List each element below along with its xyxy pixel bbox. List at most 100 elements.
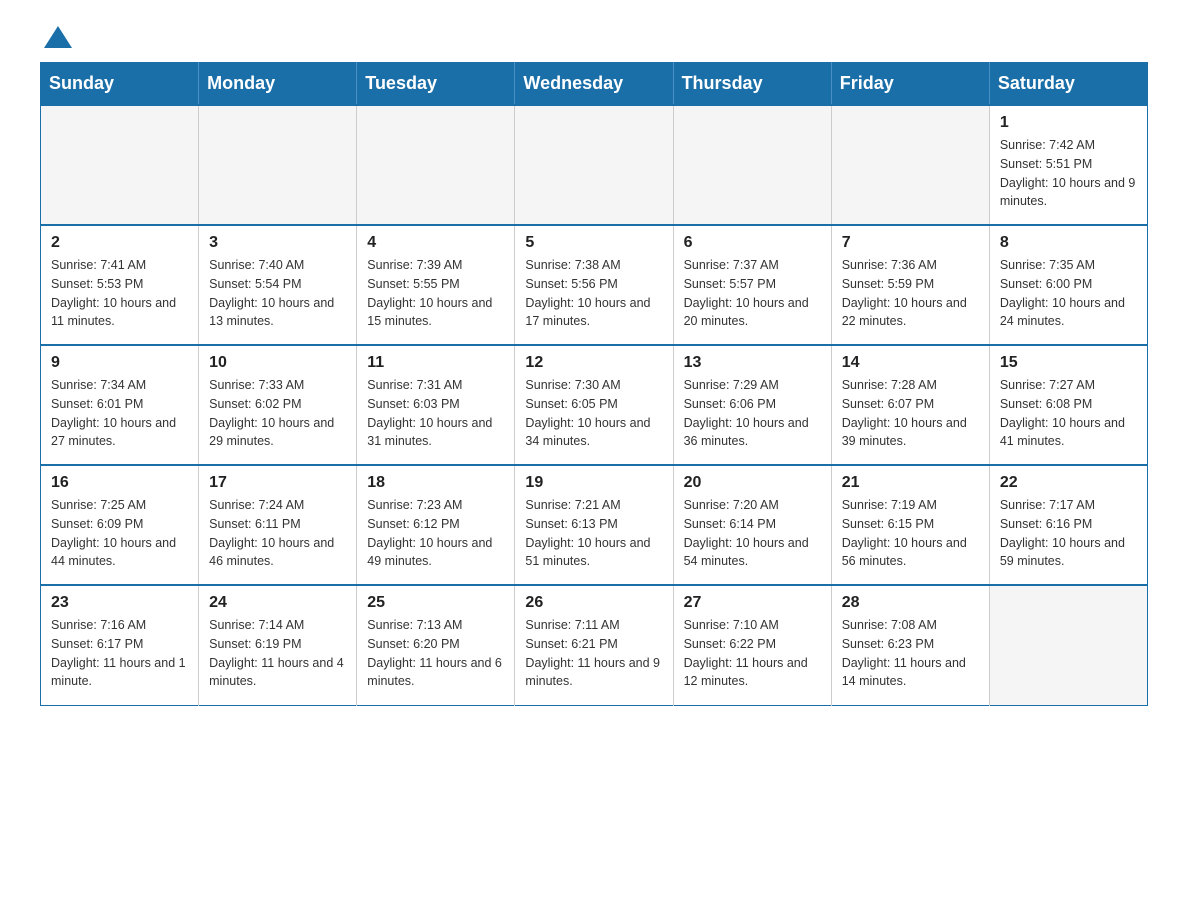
day-number: 8 bbox=[1000, 234, 1137, 252]
calendar-cell: 28 Sunrise: 7:08 AMSunset: 6:23 PMDayligh… bbox=[831, 585, 989, 705]
page-header bbox=[40, 30, 1148, 42]
calendar-cell: 24 Sunrise: 7:14 AMSunset: 6:19 PMDayligh… bbox=[199, 585, 357, 705]
calendar-cell: 5 Sunrise: 7:38 AMSunset: 5:56 PMDaylight… bbox=[515, 225, 673, 345]
day-number: 24 bbox=[209, 594, 346, 612]
weekday-header-saturday: Saturday bbox=[989, 63, 1147, 106]
day-info: Sunrise: 7:37 AMSunset: 5:57 PMDaylight:… bbox=[684, 256, 821, 331]
day-info: Sunrise: 7:27 AMSunset: 6:08 PMDaylight:… bbox=[1000, 376, 1137, 451]
day-number: 16 bbox=[51, 474, 188, 492]
day-number: 25 bbox=[367, 594, 504, 612]
day-info: Sunrise: 7:14 AMSunset: 6:19 PMDaylight:… bbox=[209, 616, 346, 691]
day-number: 3 bbox=[209, 234, 346, 252]
weekday-header-wednesday: Wednesday bbox=[515, 63, 673, 106]
day-info: Sunrise: 7:41 AMSunset: 5:53 PMDaylight:… bbox=[51, 256, 188, 331]
day-info: Sunrise: 7:31 AMSunset: 6:03 PMDaylight:… bbox=[367, 376, 504, 451]
calendar-cell: 16Sunrise: 7:25 AMSunset: 6:09 PMDayligh… bbox=[41, 465, 199, 585]
calendar-cell: 25 Sunrise: 7:13 AMSunset: 6:20 PMDayligh… bbox=[357, 585, 515, 705]
day-info: Sunrise: 7:24 AMSunset: 6:11 PMDaylight:… bbox=[209, 496, 346, 571]
day-number: 13 bbox=[684, 354, 821, 372]
calendar-cell: 6 Sunrise: 7:37 AMSunset: 5:57 PMDaylight… bbox=[673, 225, 831, 345]
day-number: 28 bbox=[842, 594, 979, 612]
calendar-cell: 4 Sunrise: 7:39 AMSunset: 5:55 PMDaylight… bbox=[357, 225, 515, 345]
weekday-header-friday: Friday bbox=[831, 63, 989, 106]
day-number: 26 bbox=[525, 594, 662, 612]
calendar-cell: 14 Sunrise: 7:28 AMSunset: 6:07 PMDayligh… bbox=[831, 345, 989, 465]
day-info: Sunrise: 7:10 AMSunset: 6:22 PMDaylight:… bbox=[684, 616, 821, 691]
calendar-week-row: 16Sunrise: 7:25 AMSunset: 6:09 PMDayligh… bbox=[41, 465, 1148, 585]
day-info: Sunrise: 7:30 AMSunset: 6:05 PMDaylight:… bbox=[525, 376, 662, 451]
day-info: Sunrise: 7:39 AMSunset: 5:55 PMDaylight:… bbox=[367, 256, 504, 331]
day-info: Sunrise: 7:13 AMSunset: 6:20 PMDaylight:… bbox=[367, 616, 504, 691]
day-info: Sunrise: 7:34 AMSunset: 6:01 PMDaylight:… bbox=[51, 376, 188, 451]
day-number: 4 bbox=[367, 234, 504, 252]
day-info: Sunrise: 7:29 AMSunset: 6:06 PMDaylight:… bbox=[684, 376, 821, 451]
calendar-cell bbox=[515, 105, 673, 225]
calendar-cell bbox=[41, 105, 199, 225]
day-info: Sunrise: 7:16 AMSunset: 6:17 PMDaylight:… bbox=[51, 616, 188, 691]
day-number: 5 bbox=[525, 234, 662, 252]
day-number: 21 bbox=[842, 474, 979, 492]
calendar-cell: 1Sunrise: 7:42 AMSunset: 5:51 PMDaylight… bbox=[989, 105, 1147, 225]
day-number: 6 bbox=[684, 234, 821, 252]
day-info: Sunrise: 7:35 AMSunset: 6:00 PMDaylight:… bbox=[1000, 256, 1137, 331]
day-info: Sunrise: 7:42 AMSunset: 5:51 PMDaylight:… bbox=[1000, 136, 1137, 211]
logo bbox=[40, 30, 76, 42]
day-number: 20 bbox=[684, 474, 821, 492]
day-info: Sunrise: 7:11 AMSunset: 6:21 PMDaylight:… bbox=[525, 616, 662, 691]
day-info: Sunrise: 7:23 AMSunset: 6:12 PMDaylight:… bbox=[367, 496, 504, 571]
calendar-cell: 26 Sunrise: 7:11 AMSunset: 6:21 PMDayligh… bbox=[515, 585, 673, 705]
calendar-cell bbox=[989, 585, 1147, 705]
day-number: 2 bbox=[51, 234, 188, 252]
calendar-table: SundayMondayTuesdayWednesdayThursdayFrid… bbox=[40, 62, 1148, 706]
weekday-header-row: SundayMondayTuesdayWednesdayThursdayFrid… bbox=[41, 63, 1148, 106]
day-number: 15 bbox=[1000, 354, 1137, 372]
day-number: 23 bbox=[51, 594, 188, 612]
day-number: 19 bbox=[525, 474, 662, 492]
calendar-cell: 2 Sunrise: 7:41 AMSunset: 5:53 PMDaylight… bbox=[41, 225, 199, 345]
calendar-cell: 21 Sunrise: 7:19 AMSunset: 6:15 PMDayligh… bbox=[831, 465, 989, 585]
calendar-week-row: 23 Sunrise: 7:16 AMSunset: 6:17 PMDayligh… bbox=[41, 585, 1148, 705]
calendar-body: 1Sunrise: 7:42 AMSunset: 5:51 PMDaylight… bbox=[41, 105, 1148, 705]
day-info: Sunrise: 7:33 AMSunset: 6:02 PMDaylight:… bbox=[209, 376, 346, 451]
day-info: Sunrise: 7:19 AMSunset: 6:15 PMDaylight:… bbox=[842, 496, 979, 571]
calendar-cell: 11 Sunrise: 7:31 AMSunset: 6:03 PMDayligh… bbox=[357, 345, 515, 465]
day-number: 17 bbox=[209, 474, 346, 492]
weekday-header-sunday: Sunday bbox=[41, 63, 199, 106]
day-number: 11 bbox=[367, 354, 504, 372]
calendar-cell: 13 Sunrise: 7:29 AMSunset: 6:06 PMDayligh… bbox=[673, 345, 831, 465]
calendar-week-row: 1Sunrise: 7:42 AMSunset: 5:51 PMDaylight… bbox=[41, 105, 1148, 225]
calendar-cell: 12 Sunrise: 7:30 AMSunset: 6:05 PMDayligh… bbox=[515, 345, 673, 465]
day-number: 18 bbox=[367, 474, 504, 492]
calendar-cell: 18 Sunrise: 7:23 AMSunset: 6:12 PMDayligh… bbox=[357, 465, 515, 585]
calendar-cell: 27Sunrise: 7:10 AMSunset: 6:22 PMDayligh… bbox=[673, 585, 831, 705]
day-info: Sunrise: 7:17 AMSunset: 6:16 PMDaylight:… bbox=[1000, 496, 1137, 571]
calendar-cell bbox=[199, 105, 357, 225]
calendar-cell: 3Sunrise: 7:40 AMSunset: 5:54 PMDaylight… bbox=[199, 225, 357, 345]
day-number: 7 bbox=[842, 234, 979, 252]
day-info: Sunrise: 7:28 AMSunset: 6:07 PMDaylight:… bbox=[842, 376, 979, 451]
logo-triangle-icon bbox=[44, 26, 72, 48]
day-info: Sunrise: 7:36 AMSunset: 5:59 PMDaylight:… bbox=[842, 256, 979, 331]
calendar-cell: 15 Sunrise: 7:27 AMSunset: 6:08 PMDayligh… bbox=[989, 345, 1147, 465]
day-number: 14 bbox=[842, 354, 979, 372]
calendar-cell: 23 Sunrise: 7:16 AMSunset: 6:17 PMDayligh… bbox=[41, 585, 199, 705]
calendar-cell: 17 Sunrise: 7:24 AMSunset: 6:11 PMDayligh… bbox=[199, 465, 357, 585]
day-info: Sunrise: 7:38 AMSunset: 5:56 PMDaylight:… bbox=[525, 256, 662, 331]
day-number: 12 bbox=[525, 354, 662, 372]
day-number: 10 bbox=[209, 354, 346, 372]
calendar-cell: 8 Sunrise: 7:35 AMSunset: 6:00 PMDaylight… bbox=[989, 225, 1147, 345]
calendar-cell: 7 Sunrise: 7:36 AMSunset: 5:59 PMDaylight… bbox=[831, 225, 989, 345]
day-info: Sunrise: 7:08 AMSunset: 6:23 PMDaylight:… bbox=[842, 616, 979, 691]
calendar-cell: 22 Sunrise: 7:17 AMSunset: 6:16 PMDayligh… bbox=[989, 465, 1147, 585]
calendar-cell bbox=[357, 105, 515, 225]
weekday-header-monday: Monday bbox=[199, 63, 357, 106]
weekday-header-thursday: Thursday bbox=[673, 63, 831, 106]
calendar-week-row: 9Sunrise: 7:34 AMSunset: 6:01 PMDaylight… bbox=[41, 345, 1148, 465]
calendar-cell: 20 Sunrise: 7:20 AMSunset: 6:14 PMDayligh… bbox=[673, 465, 831, 585]
day-number: 22 bbox=[1000, 474, 1137, 492]
calendar-cell: 9Sunrise: 7:34 AMSunset: 6:01 PMDaylight… bbox=[41, 345, 199, 465]
calendar-cell bbox=[831, 105, 989, 225]
day-info: Sunrise: 7:20 AMSunset: 6:14 PMDaylight:… bbox=[684, 496, 821, 571]
weekday-header-tuesday: Tuesday bbox=[357, 63, 515, 106]
calendar-cell bbox=[673, 105, 831, 225]
